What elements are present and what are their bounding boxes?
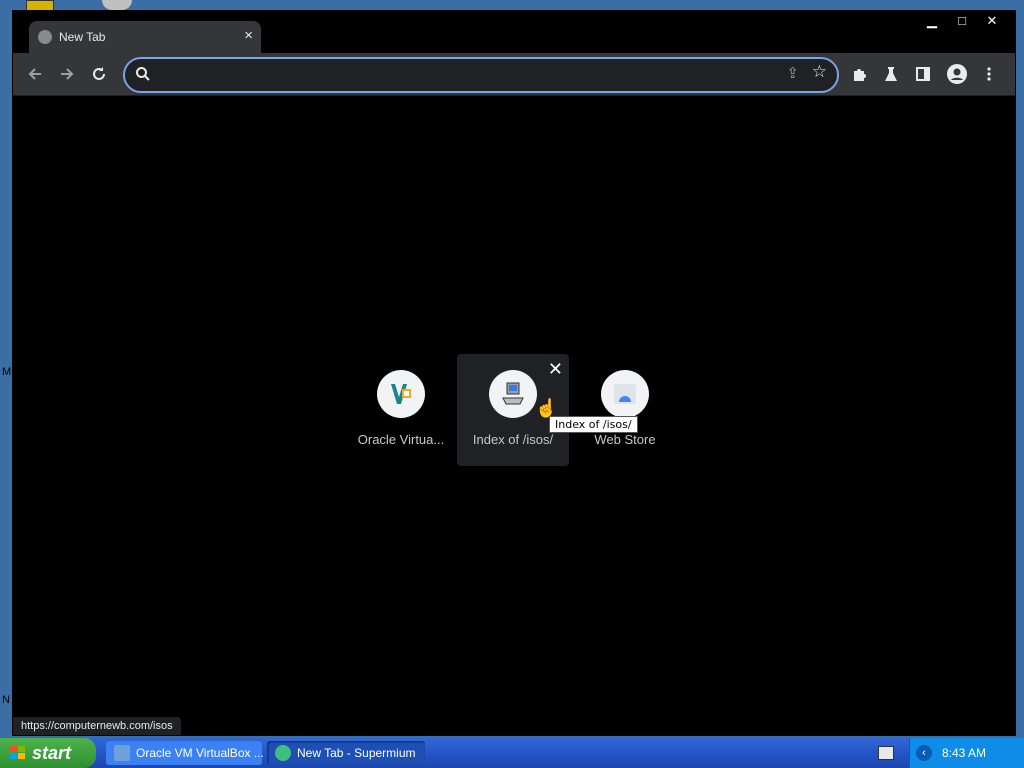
tab-title: New Tab — [59, 30, 106, 44]
taskbar-item-label: New Tab - Supermium — [297, 746, 416, 760]
shortcut-label: Web Store — [594, 432, 656, 447]
desktop-edge-text: N — [2, 694, 10, 706]
desktop-icon[interactable] — [102, 0, 132, 10]
extensions-icon[interactable] — [847, 62, 871, 86]
shortcut-label: Oracle Virtua... — [357, 432, 445, 447]
taskbar-item-label: Oracle VM VirtualBox ... — [136, 746, 264, 760]
share-icon[interactable]: ⇪ — [786, 64, 799, 82]
bookmark-star-icon[interactable]: ☆ — [812, 62, 827, 82]
minimize-button[interactable]: ▁ — [917, 11, 947, 31]
address-input[interactable] — [157, 63, 771, 87]
tooltip: Index of /isos/ — [549, 416, 638, 433]
tab-new-tab[interactable]: New Tab × — [29, 21, 261, 53]
profile-avatar-icon[interactable] — [945, 62, 969, 86]
taskbar-item-supermium[interactable]: New Tab - Supermium — [267, 741, 425, 765]
labs-flask-icon[interactable] — [879, 62, 903, 86]
tray-arrow-icon[interactable]: ‹ — [916, 745, 932, 761]
taskbar-item-virtualbox[interactable]: Oracle VM VirtualBox ... — [106, 741, 264, 765]
back-button[interactable] — [23, 62, 47, 86]
virtualbox-cube-icon — [114, 745, 130, 761]
arrow-right-icon — [61, 68, 74, 80]
keyboard-icon[interactable] — [878, 746, 894, 760]
start-button[interactable]: start — [0, 738, 96, 768]
web-store-icon — [601, 370, 649, 418]
virtualbox-icon — [377, 370, 425, 418]
shortcut-label: Index of /isos/ — [472, 432, 554, 447]
address-bar[interactable]: ⇪ ☆ — [123, 57, 839, 93]
system-tray: ‹ 8:43 AM — [878, 738, 1024, 768]
desktop-edge-text: M — [2, 366, 12, 378]
tab-close-button[interactable]: × — [244, 27, 253, 44]
clock: 8:43 AM — [942, 746, 987, 760]
taskbar: start Oracle VM VirtualBox ... New Tab -… — [0, 738, 1024, 768]
maximize-button[interactable]: □ — [947, 11, 977, 31]
windows-flag-icon — [10, 746, 25, 759]
browser-window: New Tab × ▁ □ ✕ ⇪ ☆ Oracle Virtua... Ind… — [12, 10, 1016, 736]
start-label: start — [32, 743, 72, 763]
shortcut-tile[interactable]: Oracle Virtua... — [345, 354, 457, 466]
reload-icon — [93, 67, 105, 80]
browser-toolbar: ⇪ ☆ — [13, 53, 1015, 96]
arrow-left-icon — [28, 68, 41, 80]
browser-icon — [275, 745, 291, 761]
computer-icon — [489, 370, 537, 418]
side-panel-icon[interactable] — [911, 62, 935, 86]
window-controls: ▁ □ ✕ — [917, 11, 1007, 31]
status-bar-url: https://computernewb.com/isos — [13, 717, 181, 735]
new-tab-page: Oracle Virtua... Index of /isos/ ✕ Web S… — [13, 96, 1015, 735]
reload-button[interactable] — [87, 62, 111, 86]
globe-icon — [38, 30, 52, 44]
remove-shortcut-button[interactable]: ✕ — [548, 360, 563, 378]
close-window-button[interactable]: ✕ — [977, 11, 1007, 31]
shortcut-tile[interactable]: Web Store — [569, 354, 681, 466]
search-icon — [136, 67, 150, 81]
menu-dots-icon[interactable] — [977, 62, 1001, 86]
forward-button[interactable] — [55, 62, 79, 86]
tab-strip: New Tab × ▁ □ ✕ — [13, 11, 1015, 53]
